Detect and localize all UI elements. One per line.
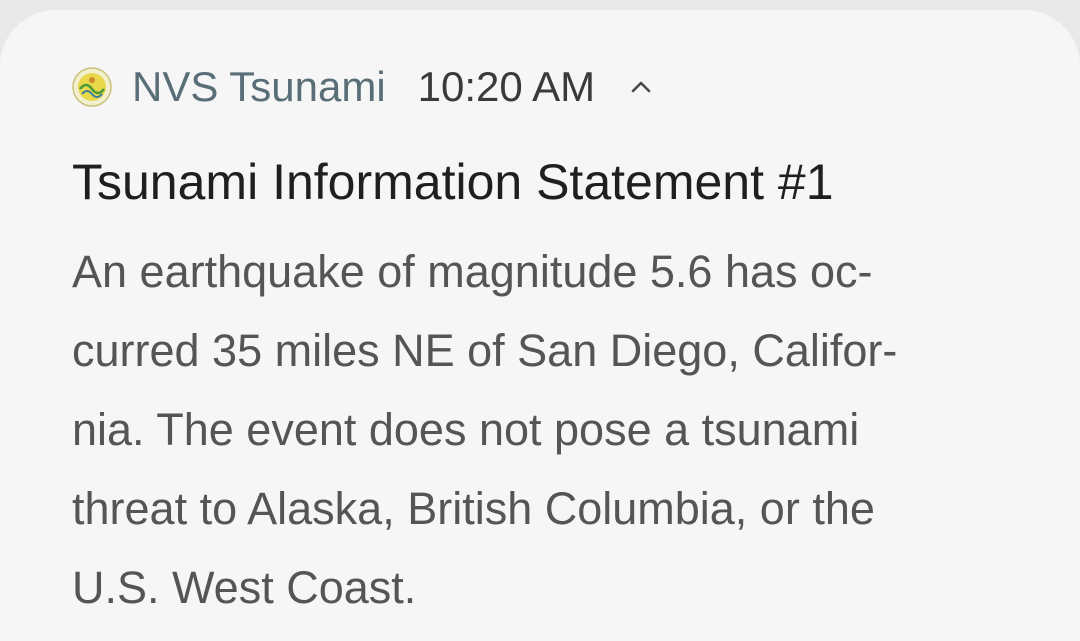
body-line: nia. The event does not pose a tsunami [72,404,860,455]
body-line: An earthquake of magnitude 5.6 has oc- [72,246,873,297]
notification-body: An earthquake of magnitude 5.6 has oc- c… [72,232,1022,627]
notification-title: Tsunami Information Statement #1 [72,154,834,210]
nvs-seal-icon [72,67,112,107]
notification-time: 10:20 AM [417,63,596,110]
body-line: U.S. West Coast. [72,562,417,613]
app-name: NVS Tsunami [132,63,386,110]
notification-header: NVS Tsunami 10:20 AM [72,62,657,112]
body-line: curred 35 miles NE of San Diego, Califor… [72,325,898,376]
notification-card[interactable]: NVS Tsunami 10:20 AM Tsunami Information… [0,10,1080,641]
body-line: threat to Alaska, British Columbia, or t… [72,483,875,534]
chevron-up-icon[interactable] [625,71,657,103]
